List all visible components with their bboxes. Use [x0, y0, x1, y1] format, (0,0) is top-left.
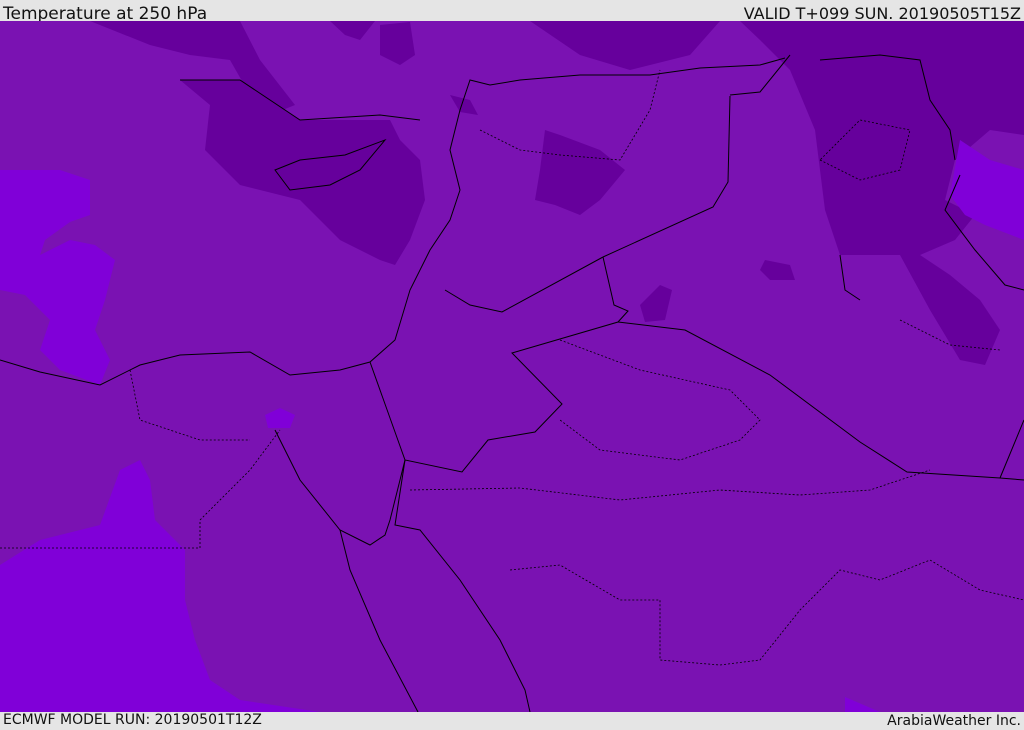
- temperature-map[interactable]: [0, 21, 1024, 712]
- header-bar: Temperature at 250 hPa VALID T+099 SUN. …: [0, 0, 1024, 24]
- model-run: ECMWF MODEL RUN: 20190501T12Z: [3, 712, 262, 728]
- footer-bar: ECMWF MODEL RUN: 20190501T12Z ArabiaWeat…: [0, 712, 1024, 729]
- credit: ArabiaWeather Inc.: [887, 713, 1021, 729]
